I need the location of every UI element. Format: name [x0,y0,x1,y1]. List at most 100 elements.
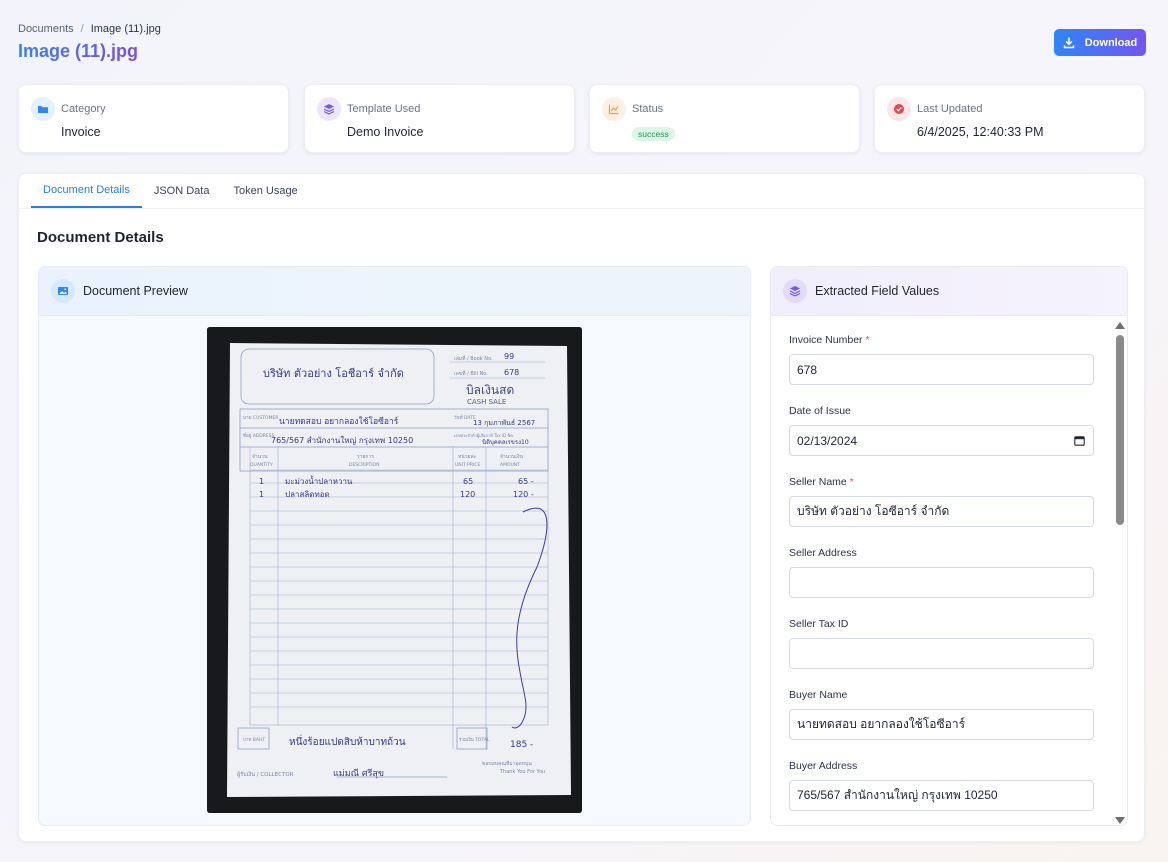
fields-scrollbar[interactable] [1113,316,1127,825]
last-updated-value: 6/4/2025, 12:40:33 PM [917,125,1044,139]
folder-icon [31,97,55,121]
receipt-book-no-label: เล่มที่ / Book No. [454,355,493,362]
receipt-amount-words: หนึ่งร้อยแปดสิบห้าบาทถ้วน [289,734,406,748]
date-of-issue-input[interactable]: 02/13/2024 [789,425,1094,456]
download-label: Download [1084,36,1138,49]
receipt-total: 185 - [510,740,533,750]
tab-json-data[interactable]: JSON Data [142,174,222,208]
scroll-down-arrow[interactable] [1115,817,1125,824]
field-label: Date of Issue [789,405,851,417]
receipt-doc-title: บิลเงินสด [466,383,514,397]
check-circle-icon [887,97,911,121]
scroll-up-arrow[interactable] [1115,322,1125,329]
receipt-col-unit-th: หน่วยละ [458,454,477,460]
field-label: Buyer Name [789,689,848,701]
receipt-image: บริษัท ตัวอย่าง โอชีอาร์ จำกัด เล่มที่ /… [207,327,582,813]
receipt-customer-label: นาม CUSTOMER [243,415,278,421]
last-updated-label: Last Updated [917,103,983,115]
template-value: Demo Invoice [347,125,424,139]
field-label: Seller Name * [789,476,854,488]
receipt-item-1-qty: 1 [259,477,264,486]
field-buyer-address: Buyer Address 765/567 สำนักงานใหญ่ กรุงเ… [789,742,1095,813]
field-seller-address: Seller Address [789,529,1095,600]
layers-icon [317,97,341,121]
receipt-item-1-unit: 65 [463,477,473,486]
receipt-baht-label: บาท BAHT [243,737,265,743]
receipt-customer: นายทดสอบ อยากลองใช้โอซีอาร์ [279,416,399,427]
breadcrumb-documents-link[interactable]: Documents [18,23,74,35]
scroll-thumb[interactable] [1116,335,1124,525]
preview-title: Document Preview [83,284,188,298]
receipt-item-2-unit: 120 [460,490,475,499]
receipt-address-label: ที่อยู่ ADDRESS [243,432,275,439]
receipt-item-2-qty: 1 [259,490,264,499]
receipt-company: บริษัท ตัวอย่าง โอชีอาร์ จำกัด [263,366,404,380]
image-icon [51,279,75,303]
tab-divider [19,208,1144,209]
receipt-no: 678 [504,368,519,377]
template-label: Template Used [347,103,421,115]
seller-name-input[interactable]: บริษัท ตัวอย่าง โอซีอาร์ จำกัด [789,496,1094,527]
tab-bar: Document Details JSON Data Token Usage [31,174,310,208]
field-seller-tax-id: Seller Tax ID [789,600,1095,671]
seller-address-input[interactable] [789,567,1094,598]
receipt-tax-id: นิติบุคคลเรขรง10 [482,439,529,446]
fields-title: Extracted Field Values [815,284,940,298]
breadcrumb: Documents / Image (11).jpg [18,23,161,35]
download-icon [1063,36,1074,48]
main-panel: Document Details JSON Data Token Usage D… [18,173,1145,842]
chart-line-icon [602,97,626,121]
breadcrumb-current: Image (11).jpg [90,23,161,35]
receipt-collector-label: ผู้รับเงิน / COLLECTOR [237,771,294,778]
field-label: Buyer Address [789,760,858,772]
preview-header: Document Preview [39,267,750,316]
date-value: 02/13/2024 [797,433,858,448]
receipt-book-no: 99 [504,352,514,361]
category-label: Category [61,103,106,115]
download-button[interactable]: Download [1054,29,1146,56]
tab-document-details[interactable]: Document Details [31,174,142,208]
receipt-thanks-en: Thank You For You [499,769,545,775]
receipt-item-2-desc: ปลาสลิดทอด [285,490,330,499]
receipt-item-1-desc: มะม่วงน้ำปลาหวาน [285,475,353,486]
field-label: Seller Address [789,547,857,559]
receipt-item-1-amt: 65 - [518,477,534,486]
field-buyer-name: Buyer Name นายทดสอบ อยากลองใช้โอซีอาร์ [789,671,1095,742]
status-card: Status success [589,84,860,153]
receipt-col-unit: UNIT PRICE [455,462,480,468]
receipt-date: 13 กุมภาพันธ์ 2567 [473,419,535,427]
document-preview-panel: Document Preview บริษัท ตัวอย่าง โอชีอาร… [38,266,751,826]
category-value: Invoice [61,125,101,139]
extracted-fields-panel: Extracted Field Values Invoice Number * 6… [770,266,1128,826]
category-card: Category Invoice [18,84,289,153]
receipt-col-qty-th: จำนวน [252,454,268,460]
layers-icon [783,279,807,303]
receipt-col-desc: DESCRIPTION [349,462,379,468]
receipt-col-amt: AMOUNT [500,462,520,468]
receipt-col-amt-th: จำนวนเงิน [500,453,524,460]
field-date-of-issue: Date of Issue 02/13/2024 [789,387,1095,458]
breadcrumb-separator: / [80,23,84,35]
receipt-address: 765/567 สำนักงานใหญ่ กรุงเทพ 10250 [271,436,413,445]
receipt-collector: แม่มณี ศรีสุข [333,768,384,779]
fields-header: Extracted Field Values [771,267,1127,316]
calendar-icon[interactable] [1074,435,1085,446]
section-title: Document Details [37,229,164,246]
tab-token-usage[interactable]: Token Usage [221,174,309,208]
seller-tax-id-input[interactable] [789,638,1094,669]
status-label: Status [632,103,664,115]
receipt-no-label: เลขที่ / Bill No. [454,370,488,377]
receipt-thanks-th: ขอขอบคุณที่มาอุดหนุน [482,760,532,767]
page-title: Image (11).jpg [18,41,139,61]
last-updated-card: Last Updated 6/4/2025, 12:40:33 PM [874,84,1145,153]
field-invoice-number: Invoice Number * 678 [789,316,1095,387]
invoice-number-input[interactable]: 678 [789,354,1094,385]
field-label: Invoice Number * [789,334,870,346]
field-label: Seller Tax ID [789,618,849,630]
buyer-name-input[interactable]: นายทดสอบ อยากลองใช้โอซีอาร์ [789,709,1094,740]
receipt-col-desc-th: รายการ [357,454,374,460]
field-seller-name: Seller Name * บริษัท ตัวอย่าง โอซีอาร์ จำ… [789,458,1095,529]
receipt-col-qty: QUANTITY [250,462,273,468]
status-badge: success [632,127,675,141]
buyer-address-input[interactable]: 765/567 สำนักงานใหญ่ กรุงเทพ 10250 [789,780,1094,811]
